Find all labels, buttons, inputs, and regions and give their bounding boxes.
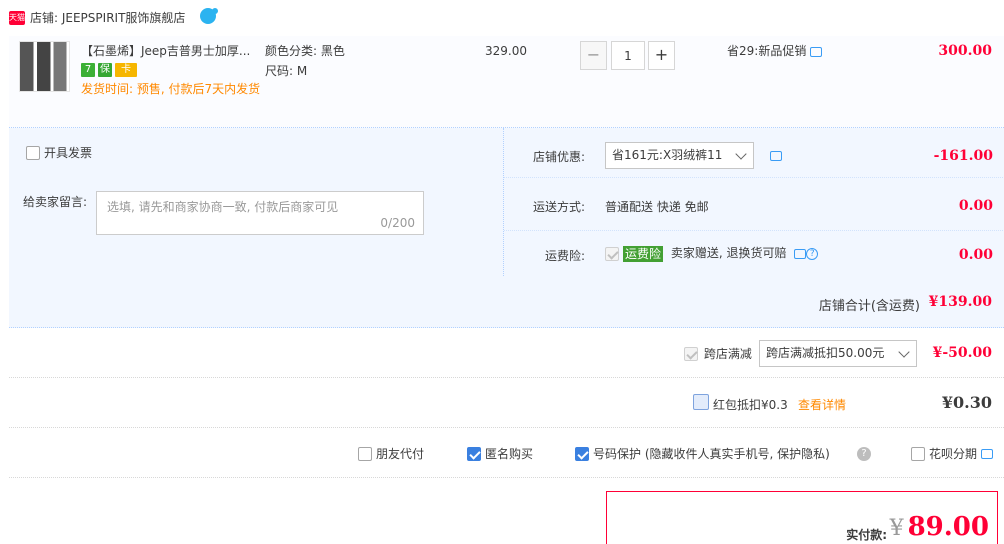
insurance-tag: 运费险 (623, 245, 664, 262)
store-total-amount: ¥139.00 (928, 294, 992, 310)
order-item-row: 【石墨烯】Jeep吉普男士加厚... 7保卡 发货时间: 预售, 付款后7天内发… (9, 36, 1004, 128)
seven-day-return-icon[interactable]: 7 (81, 63, 95, 77)
cross-store-discount-row: 跨店满减 跨店满减抵扣50.00元 ¥-50.00 (9, 328, 1004, 378)
huabei-option[interactable]: 花呗分期 (911, 445, 994, 462)
cross-store-checkbox (684, 346, 698, 361)
sku-color: 颜色分类: 黑色 (265, 44, 345, 58)
credit-card-icon[interactable]: 卡 (115, 63, 137, 77)
store-total-row: 店铺合计(含运费) ¥139.00 (9, 276, 1004, 328)
shop-header: 天猫 店铺: JEEPSPIRIT服饰旗舰店 (0, 0, 1004, 36)
friend-pay-checkbox[interactable] (358, 446, 372, 461)
wangwang-chat-icon[interactable] (200, 8, 218, 24)
red-packet-label: 红包抵扣¥0.3 (713, 398, 788, 412)
cross-store-label: 跨店满减 (703, 347, 752, 361)
message-textarea[interactable]: 选填, 请先和商家协商一致, 付款后商家可见 0/200 (96, 191, 424, 235)
invoice-label: 开具发票 (44, 145, 93, 160)
insurance-info: 运费险 卖家赠送, 退换货可赔 ? (605, 245, 819, 262)
sku-size: 尺码: M (265, 64, 308, 78)
shipping-amount: 0.00 (958, 198, 993, 214)
shipping-method: 普通配送 快递 免邮 (605, 200, 709, 214)
number-protect-option[interactable]: 号码保护 (隐藏收件人真实手机号, 保护隐私) (575, 445, 830, 462)
anonymous-label: 匿名购买 (485, 446, 534, 461)
huabei-label: 花呗分期 (929, 446, 978, 461)
red-packet-row: 红包抵扣¥0.3 查看详情 ¥0.30 (9, 378, 1004, 428)
payment-summary-box: 实付款: ¥89.00 (606, 491, 998, 544)
number-protect-label: 号码保护 (隐藏收件人真实手机号, 保护隐私) (593, 446, 830, 461)
message-label: 给卖家留言: (23, 195, 88, 209)
huabei-comment-icon[interactable] (981, 448, 994, 459)
promo-text: 省29:新品促销 (727, 44, 807, 58)
quantity-increase-button[interactable]: + (648, 41, 675, 70)
shipping-row: 运送方式: 普通配送 快递 免邮 0.00 (504, 178, 1004, 231)
store-discount-row: 店铺优惠: 省161元:X羽绒裤11 -161.00 (504, 128, 1004, 178)
help-option[interactable]: ? (857, 445, 871, 461)
store-discount-chat[interactable] (770, 148, 782, 162)
insurance-label: 运费险: (544, 249, 585, 263)
store-discount-amount: -161.00 (933, 148, 993, 164)
cross-store-option: 跨店满减 (684, 345, 752, 362)
ship-time-text: 发货时间: 预售, 付款后7天内发货 (81, 82, 261, 96)
service-badges: 7保卡 (81, 63, 140, 79)
tmall-icon: 天猫 (9, 11, 25, 25)
order-options-panel: 开具发票 给卖家留言: 选填, 请先和商家协商一致, 付款后商家可见 0/200… (9, 128, 1004, 276)
order-options-right: 店铺优惠: 省161元:X羽绒裤11 -161.00 运送方式: 普通配送 快递… (503, 128, 1004, 276)
shop-name-link[interactable]: 店铺: JEEPSPIRIT服饰旗舰店 (30, 10, 185, 26)
insurance-text: 卖家赠送, 退换货可赔 (670, 246, 787, 260)
insurance-amount: 0.00 (958, 247, 993, 263)
insurance-help-icon[interactable]: ? (806, 247, 819, 260)
anonymous-checkbox[interactable] (467, 446, 481, 461)
cross-store-select[interactable]: 跨店满减抵扣50.00元 (759, 340, 917, 367)
red-packet-checkbox[interactable] (693, 394, 709, 410)
friend-pay-label: 朋友代付 (376, 446, 425, 461)
huabei-checkbox[interactable] (911, 446, 925, 461)
payment-currency: ¥ (889, 516, 904, 541)
product-thumbnail[interactable] (19, 41, 70, 92)
chevron-down-icon (735, 148, 747, 160)
red-packet-amount: ¥0.30 (941, 393, 992, 412)
insurance-checkbox (605, 246, 619, 261)
help-icon[interactable]: ? (857, 446, 871, 461)
message-char-count: 0/200 (380, 216, 415, 230)
promo-info: 省29:新品促销 (727, 43, 823, 59)
invoice-checkbox[interactable] (26, 145, 40, 160)
item-subtotal: 300.00 (938, 43, 992, 59)
message-placeholder: 选填, 请先和商家协商一致, 付款后商家可见 (107, 200, 339, 214)
guarantee-icon[interactable]: 保 (98, 63, 112, 77)
insurance-row: 运费险: 运费险 卖家赠送, 退换货可赔 ? 0.00 (504, 231, 1004, 276)
payment-value: 89.00 (907, 512, 989, 542)
quantity-input[interactable] (611, 41, 645, 70)
quantity-decrease-button[interactable]: − (580, 41, 607, 70)
cross-store-amount: ¥-50.00 (932, 345, 992, 361)
cross-store-value: 跨店满减抵扣50.00元 (766, 346, 885, 360)
invoice-option[interactable]: 开具发票 (26, 145, 92, 160)
comment-icon[interactable] (770, 150, 782, 161)
product-title-link[interactable]: 【石墨烯】Jeep吉普男士加厚... (81, 43, 256, 59)
friend-pay-option[interactable]: 朋友代付 (358, 445, 424, 462)
number-protect-checkbox[interactable] (575, 446, 589, 461)
unit-price: 329.00 (485, 44, 527, 58)
payment-label: 实付款: (846, 528, 887, 542)
insurance-comment-icon[interactable] (794, 248, 807, 259)
order-options-left: 开具发票 给卖家留言: 选填, 请先和商家协商一致, 付款后商家可见 0/200 (9, 128, 503, 276)
payment-amount: ¥89.00 (890, 512, 989, 542)
store-discount-label: 店铺优惠: (532, 150, 585, 164)
red-packet-details-link[interactable]: 查看详情 (798, 396, 846, 413)
chevron-down-icon (898, 346, 910, 358)
payment-options-row: 朋友代付 匿名购买 号码保护 (隐藏收件人真实手机号, 保护隐私) ? 花呗分期 (9, 428, 1004, 478)
store-total-label: 店铺合计(含运费) (818, 299, 920, 314)
store-discount-select[interactable]: 省161元:X羽绒裤11 (605, 142, 754, 169)
store-discount-value: 省161元:X羽绒裤11 (612, 148, 723, 162)
shipping-label: 运送方式: (532, 200, 585, 214)
anonymous-option[interactable]: 匿名购买 (467, 445, 533, 462)
promo-comment-icon[interactable] (810, 46, 823, 57)
